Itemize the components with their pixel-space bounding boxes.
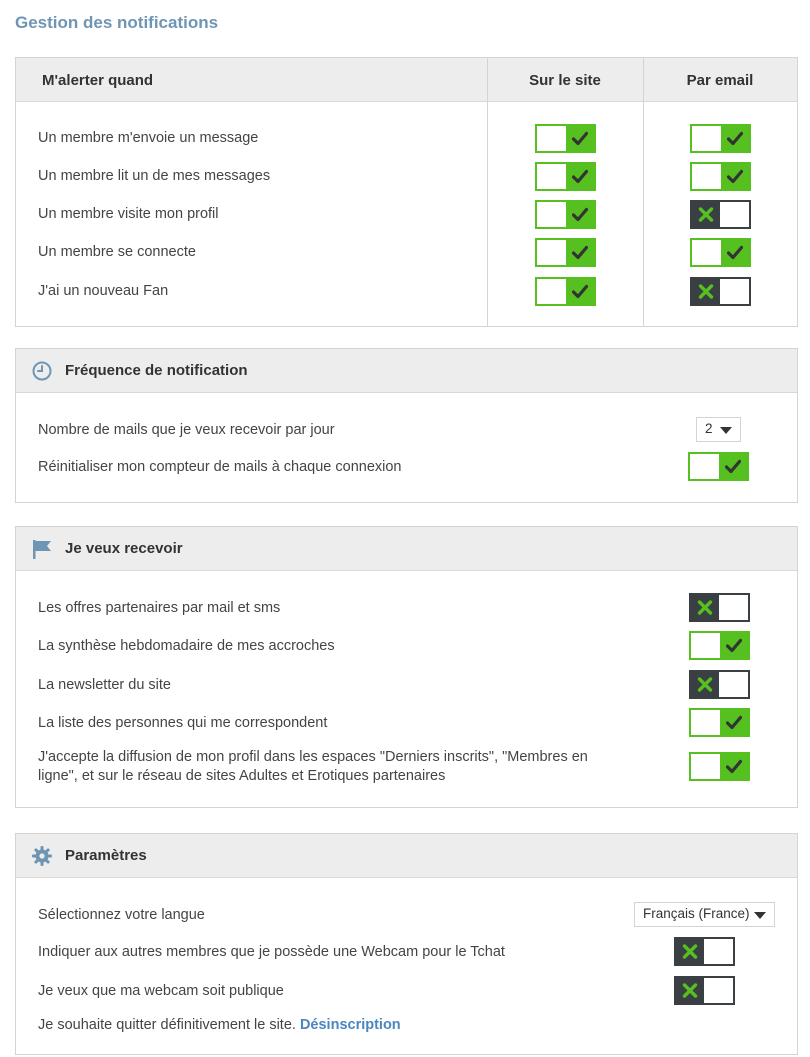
checkmark-icon [572, 169, 588, 184]
toggle-on-knob [720, 754, 748, 779]
toggle-on-knob [566, 202, 594, 227]
toggle-weekly[interactable] [689, 631, 750, 660]
flag-icon [33, 540, 51, 559]
checkmark-icon [727, 245, 743, 260]
toggle-fan-site[interactable] [535, 277, 596, 306]
toggle-off-knob [676, 978, 704, 1003]
alert-label-read: Un membre lit un de mes messages [38, 168, 271, 184]
toggle-on-knob [719, 454, 747, 479]
toggle-off-knob [691, 672, 719, 697]
receive-label-weekly: La synthèse hebdomadaire de mes accroche… [38, 638, 335, 654]
toggle-on-knob [721, 126, 749, 151]
toggle-message-email[interactable] [690, 124, 751, 153]
receive-label-newsletter: La newsletter du site [38, 677, 171, 693]
quit-text: Je souhaite quitter définitivement le si… [38, 1017, 401, 1033]
toggle-on-knob [566, 164, 594, 189]
checkmark-icon [727, 131, 743, 146]
cross-icon [697, 600, 713, 615]
unsubscribe-link[interactable]: Désinscription [300, 1017, 401, 1033]
toggle-matches[interactable] [689, 708, 750, 737]
checkmark-icon [572, 284, 588, 299]
toggle-connect-email[interactable] [690, 238, 751, 267]
clock-icon [32, 361, 52, 381]
alerts-table: M'alerter quand Sur le site Par email Un… [15, 57, 798, 327]
toggle-on-knob [721, 164, 749, 189]
checkmark-icon [726, 715, 742, 730]
checkmark-icon [726, 759, 742, 774]
checkmark-icon [572, 131, 588, 146]
header-event: M'alerter quand [42, 72, 154, 89]
toggle-visit-email[interactable] [690, 200, 751, 229]
language-label: Sélectionnez votre langue [38, 907, 205, 923]
frequency-header: Fréquence de notification [16, 349, 797, 393]
toggle-off-knob [691, 595, 719, 620]
receive-label-profile-line1: J'accepte la diffusion de mon profil dan… [38, 749, 588, 765]
cross-icon [697, 677, 713, 692]
cross-icon [698, 207, 714, 222]
receive-title: Je veux recevoir [65, 540, 183, 557]
toggle-on-knob [720, 710, 748, 735]
reset-counter-label: Réinitialiser mon compteur de mails à ch… [38, 459, 402, 475]
alert-label-visit: Un membre visite mon profil [38, 206, 219, 222]
cross-icon [682, 944, 698, 959]
alert-label-message: Un membre m'envoie un message [38, 130, 259, 146]
toggle-read-email[interactable] [690, 162, 751, 191]
checkmark-icon [572, 245, 588, 260]
toggle-fan-email[interactable] [690, 277, 751, 306]
mails-per-day-select[interactable]: 2 [696, 417, 741, 442]
toggle-on-knob [566, 279, 594, 304]
header-site: Sur le site [529, 72, 601, 89]
caret-down-icon [720, 427, 732, 434]
receive-label-matches: La liste des personnes qui me correspond… [38, 715, 328, 731]
webcam-public-label: Je veux que ma webcam soit publique [38, 983, 284, 999]
toggle-webcam[interactable] [674, 937, 735, 966]
toggle-webcam-public[interactable] [674, 976, 735, 1005]
checkmark-icon [725, 459, 741, 474]
alert-label-fan: J'ai un nouveau Fan [38, 283, 169, 299]
receive-label-partners: Les offres partenaires par mail et sms [38, 600, 281, 616]
gear-icon [32, 846, 52, 866]
settings-title: Paramètres [65, 847, 147, 864]
alert-label-connect: Un membre se connecte [38, 244, 196, 260]
receive-panel: Je veux recevoir Les offres partenaires … [15, 526, 798, 808]
frequency-panel: Fréquence de notification Nombre de mail… [15, 348, 798, 503]
toggle-reset-counter[interactable] [688, 452, 749, 481]
toggle-visit-site[interactable] [535, 200, 596, 229]
toggle-profile-diffusion[interactable] [689, 752, 750, 781]
page-title: Gestion des notifications [15, 13, 219, 32]
webcam-label: Indiquer aux autres membres que je possè… [38, 944, 505, 960]
checkmark-icon [727, 169, 743, 184]
cross-icon [682, 983, 698, 998]
toggle-off-knob [692, 202, 720, 227]
checkmark-icon [726, 638, 742, 653]
toggle-off-knob [692, 279, 720, 304]
toggle-on-knob [566, 126, 594, 151]
toggle-on-knob [720, 633, 748, 658]
settings-panel: Paramètres Sélectionnez votre langue Fra… [15, 833, 798, 1055]
header-email: Par email [686, 72, 754, 89]
toggle-read-site[interactable] [535, 162, 596, 191]
toggle-newsletter[interactable] [689, 670, 750, 699]
toggle-on-knob [721, 240, 749, 265]
toggle-partners[interactable] [689, 593, 750, 622]
checkmark-icon [572, 207, 588, 222]
receive-label-profile-line2: ligne", et sur le réseau de sites Adulte… [38, 768, 446, 784]
toggle-message-site[interactable] [535, 124, 596, 153]
toggle-off-knob [676, 939, 704, 964]
frequency-title: Fréquence de notification [65, 362, 248, 379]
caret-down-icon [754, 912, 766, 919]
toggle-on-knob [566, 240, 594, 265]
cross-icon [698, 284, 714, 299]
language-select[interactable]: Français (France) [634, 902, 775, 927]
receive-header: Je veux recevoir [16, 527, 797, 571]
mails-per-day-label: Nombre de mails que je veux recevoir par… [38, 422, 335, 438]
toggle-connect-site[interactable] [535, 238, 596, 267]
settings-header: Paramètres [16, 834, 797, 878]
